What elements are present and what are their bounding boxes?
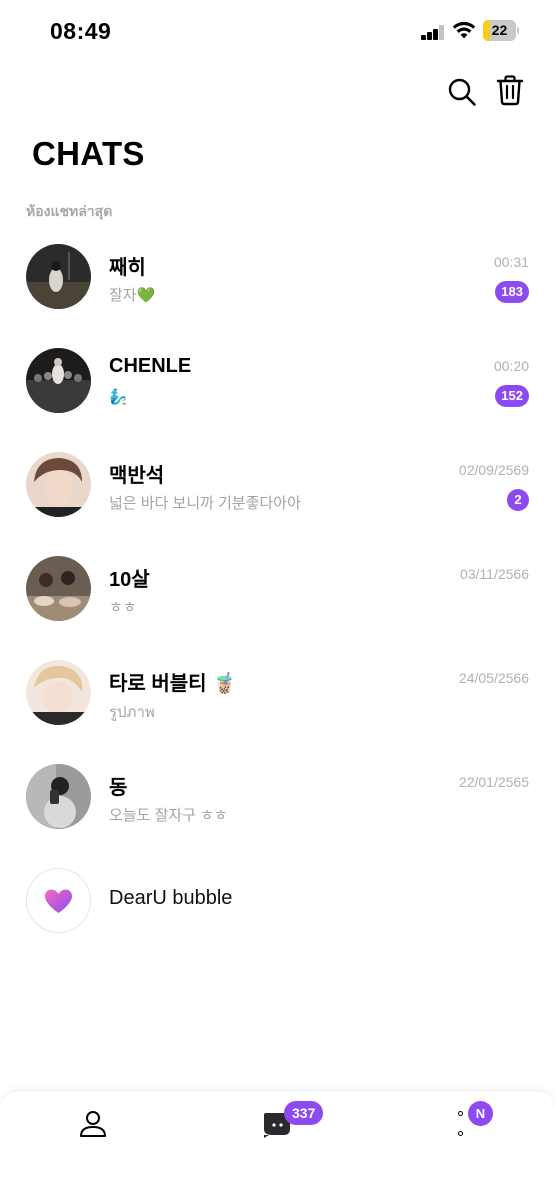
chat-row[interactable]: 맥반석 넓은 바다 보니까 기분좋다아아 02/09/2569 2	[0, 434, 555, 538]
chat-name: 동	[109, 777, 128, 799]
bottom-nav: 337 N	[0, 1090, 555, 1200]
chat-time: 02/09/2569	[458, 462, 529, 478]
chat-time: 24/05/2566	[458, 670, 529, 686]
chat-row[interactable]: 동 오늘도 잘자구 ㅎㅎ 22/01/2565	[0, 746, 555, 850]
wifi-icon	[452, 21, 476, 39]
avatar	[26, 348, 91, 413]
chat-row[interactable]: CHENLE 🧞‍♂️ 00:20 152	[0, 330, 555, 434]
status-time: 08:49	[50, 18, 112, 44]
chat-name: 타로 버블티 🧋	[109, 673, 238, 695]
chat-preview: 오늘도 잘자구 ㅎㅎ	[109, 807, 228, 824]
chat-time: 03/11/2566	[459, 566, 529, 582]
chat-name: CHENLE	[109, 355, 192, 377]
avatar	[26, 868, 91, 933]
unread-badge: 2	[507, 489, 529, 511]
chat-name: 10살	[109, 569, 150, 591]
chat-preview: รูปภาพ	[109, 704, 155, 721]
chat-preview: ㅎㅎ	[109, 599, 137, 616]
cellular-signal-icon	[421, 25, 445, 40]
heart-icon	[45, 889, 72, 913]
chat-name: 맥반석	[109, 465, 165, 487]
unread-badge: 183	[495, 281, 529, 303]
chat-preview: 넓은 바다 보니까 기분좋다아아	[109, 495, 301, 512]
status-bar: 08:49 22	[0, 0, 555, 64]
avatar	[26, 452, 91, 517]
more-icon[interactable]	[456, 1111, 468, 1141]
chat-time: 00:20	[493, 358, 529, 374]
new-badge: N	[468, 1101, 493, 1126]
chat-row[interactable]: 10살 ㅎㅎ 03/11/2566	[0, 538, 555, 642]
battery-level: 22	[491, 22, 508, 38]
unread-badge: 152	[495, 385, 529, 407]
chat-preview: 🧞‍♂️	[109, 389, 128, 406]
avatar	[26, 660, 91, 725]
chat-row[interactable]: 타로 버블티 🧋 รูปภาพ 24/05/2566	[0, 642, 555, 746]
chat-count-badge: 337	[284, 1101, 324, 1125]
avatar	[26, 764, 91, 829]
avatar	[26, 244, 91, 309]
chat-preview: 잘자💚	[109, 287, 156, 304]
person-icon[interactable]	[78, 1109, 108, 1139]
trash-icon[interactable]	[495, 74, 525, 106]
chat-name: DearU bubble	[109, 887, 233, 909]
chat-name: 째히	[109, 257, 146, 279]
search-icon[interactable]	[446, 76, 478, 108]
section-label: ห้องแชทล่าสุด	[26, 203, 113, 219]
dearu-bubble-row[interactable]: DearU bubble	[0, 850, 555, 954]
chat-time: 22/01/2565	[458, 774, 529, 790]
battery-icon: 22	[483, 20, 519, 41]
avatar	[26, 556, 91, 621]
chat-row[interactable]: 째히 잘자💚 00:31 183	[0, 226, 555, 330]
page-title: CHATS	[32, 135, 145, 172]
chat-time: 00:31	[493, 254, 529, 270]
